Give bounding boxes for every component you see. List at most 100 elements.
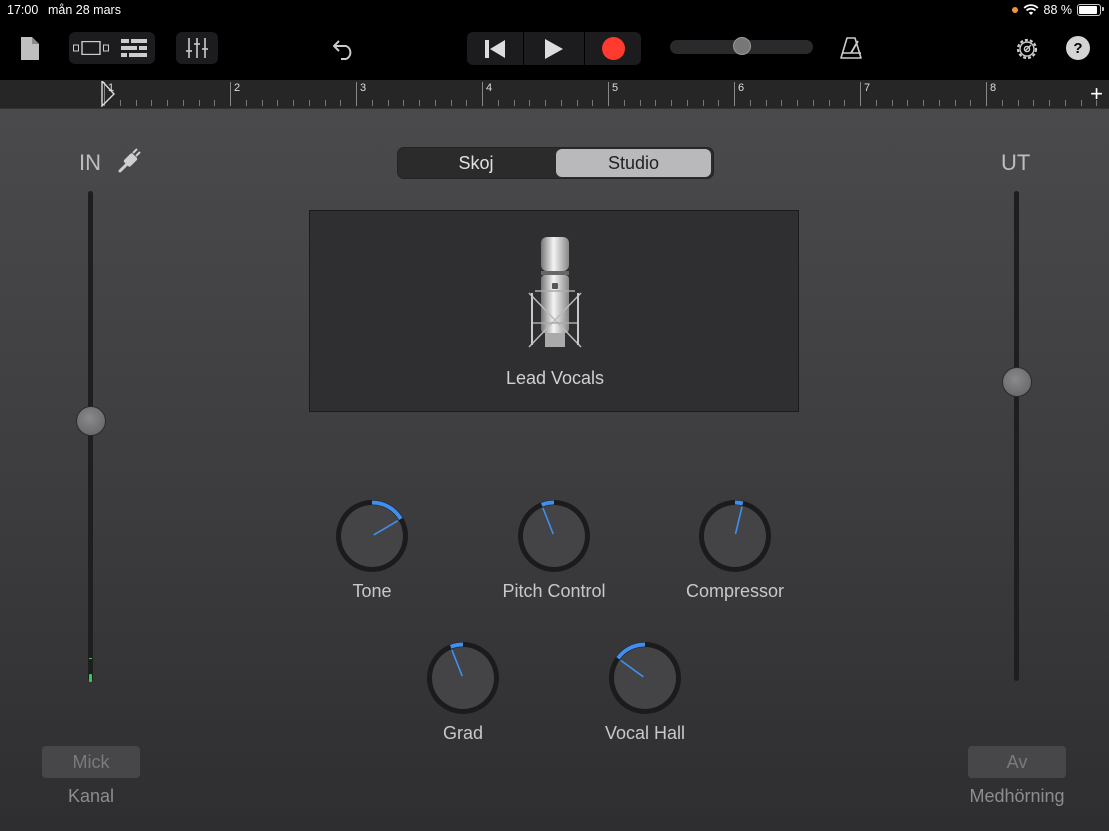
- ruler-tick: [844, 100, 846, 106]
- my-songs-button[interactable]: [18, 34, 42, 62]
- master-volume-knob[interactable]: [732, 37, 751, 55]
- monitoring-button[interactable]: Av: [968, 746, 1066, 778]
- compressor-label: Compressor: [685, 581, 785, 601]
- help-icon: ?: [1073, 39, 1083, 57]
- ruler-bar-number: 2: [234, 82, 241, 94]
- input-source-button[interactable]: Mick: [42, 746, 140, 778]
- ruler-tick: [875, 100, 877, 106]
- mixer-icon: [186, 38, 208, 58]
- track-view-icon: [72, 41, 109, 55]
- mode-tabs: Skoj Studio: [397, 147, 714, 179]
- ruler-tick: [135, 100, 137, 106]
- ruler-tick: [1017, 100, 1019, 106]
- transport-controls: [467, 32, 641, 65]
- ruler-tick: [812, 100, 814, 106]
- vocal-hall-label: Vocal Hall: [604, 723, 686, 743]
- ruler-tick: [1064, 100, 1066, 106]
- pitch-control-knob[interactable]: [514, 496, 594, 576]
- ruler-tick: [1080, 100, 1082, 106]
- ruler-tick: [718, 100, 720, 106]
- status-bar: 17:00 mån 28 mars 88 %: [0, 0, 1109, 22]
- ruler-tick: [1049, 100, 1050, 106]
- play-icon: [545, 38, 563, 59]
- ruler-bar-line: [734, 82, 735, 106]
- tone-knob[interactable]: [332, 496, 412, 576]
- timeline-ruler[interactable]: 12345678: [0, 80, 1109, 109]
- undo-button[interactable]: [330, 36, 358, 62]
- ruler-tick: [167, 100, 168, 106]
- ruler-tick: [686, 100, 688, 106]
- ruler-tick: [954, 100, 956, 106]
- ruler-tick: [560, 100, 562, 106]
- status-time: 17:00: [7, 3, 39, 17]
- play-button[interactable]: [524, 32, 584, 65]
- ruler-bar-line: [608, 82, 609, 106]
- knob-body: [341, 505, 403, 567]
- input-settings-icon[interactable]: [116, 147, 142, 175]
- ruler-tick: [434, 100, 436, 106]
- input-gain-knob[interactable]: [76, 406, 106, 437]
- grad-knob[interactable]: [423, 638, 503, 718]
- document-icon: [21, 36, 39, 60]
- view-toggle: [69, 32, 155, 64]
- ruler-tick: [371, 100, 373, 106]
- metronome-icon: [840, 37, 862, 59]
- battery-icon: [1077, 4, 1104, 16]
- preset-selector[interactable]: Lead Vocals: [309, 210, 799, 412]
- record-button[interactable]: [585, 32, 641, 65]
- record-icon: [601, 37, 625, 60]
- tracks-list-icon: [120, 39, 147, 57]
- ruler-bar-number: 4: [486, 82, 493, 94]
- knob-body: [614, 647, 676, 709]
- ruler-tick: [245, 100, 247, 106]
- instrument-view-button[interactable]: [69, 32, 112, 64]
- ruler-bar-line: [356, 82, 357, 106]
- ruler-tick: [261, 100, 263, 106]
- ruler-bar-line: [230, 82, 231, 106]
- ruler-bar-number: 3: [360, 82, 367, 94]
- ruler-tick: [592, 100, 594, 106]
- ruler-tick: [781, 100, 783, 106]
- toolbar: ?: [0, 22, 1109, 80]
- output-volume-track[interactable]: [1014, 191, 1019, 681]
- vocal-hall-knob[interactable]: [605, 638, 685, 718]
- ruler-bar-number: 5: [612, 82, 619, 94]
- mixer-button[interactable]: [176, 32, 218, 64]
- preset-name: Lead Vocals: [505, 368, 605, 388]
- ruler-tick: [623, 100, 625, 106]
- help-button[interactable]: ?: [1066, 36, 1090, 60]
- tab-studio[interactable]: Studio: [556, 149, 711, 177]
- go-to-start-button[interactable]: [467, 32, 523, 65]
- ruler-tick: [529, 100, 531, 106]
- ruler-tick: [891, 100, 893, 106]
- microphone-icon: [528, 237, 582, 348]
- ruler-bar-number: 6: [738, 82, 745, 94]
- ruler-tick: [828, 100, 830, 106]
- ruler-tick: [497, 100, 499, 106]
- wifi-icon: [1023, 4, 1038, 15]
- ruler-bar-number: 7: [864, 82, 871, 94]
- mic-in-use-indicator: [1011, 7, 1018, 13]
- master-volume-slider[interactable]: [670, 37, 813, 55]
- knob-body: [523, 505, 585, 567]
- tone-label: Tone: [352, 581, 392, 601]
- input-label: IN: [79, 150, 101, 175]
- tracks-view-button[interactable]: [112, 32, 155, 64]
- add-section-button[interactable]: +: [1090, 82, 1103, 106]
- knob-value-arc: [734, 500, 744, 506]
- output-volume-knob[interactable]: [1002, 367, 1032, 398]
- settings-button[interactable]: [1013, 35, 1041, 63]
- grad-label: Grad: [442, 723, 484, 743]
- ruler-bar-line: [482, 82, 483, 106]
- ruler-tick: [308, 100, 310, 106]
- ruler-tick: [198, 100, 200, 106]
- ruler-tick: [450, 100, 452, 106]
- ruler-tick: [639, 100, 641, 106]
- metronome-button[interactable]: [838, 35, 864, 61]
- playhead-marker[interactable]: [101, 81, 115, 107]
- knob-value-arc: [540, 500, 555, 507]
- ruler-tick: [214, 100, 216, 106]
- pitch-control-label: Pitch Control: [502, 581, 606, 601]
- compressor-knob[interactable]: [695, 496, 775, 576]
- tab-skoj[interactable]: Skoj: [398, 149, 554, 177]
